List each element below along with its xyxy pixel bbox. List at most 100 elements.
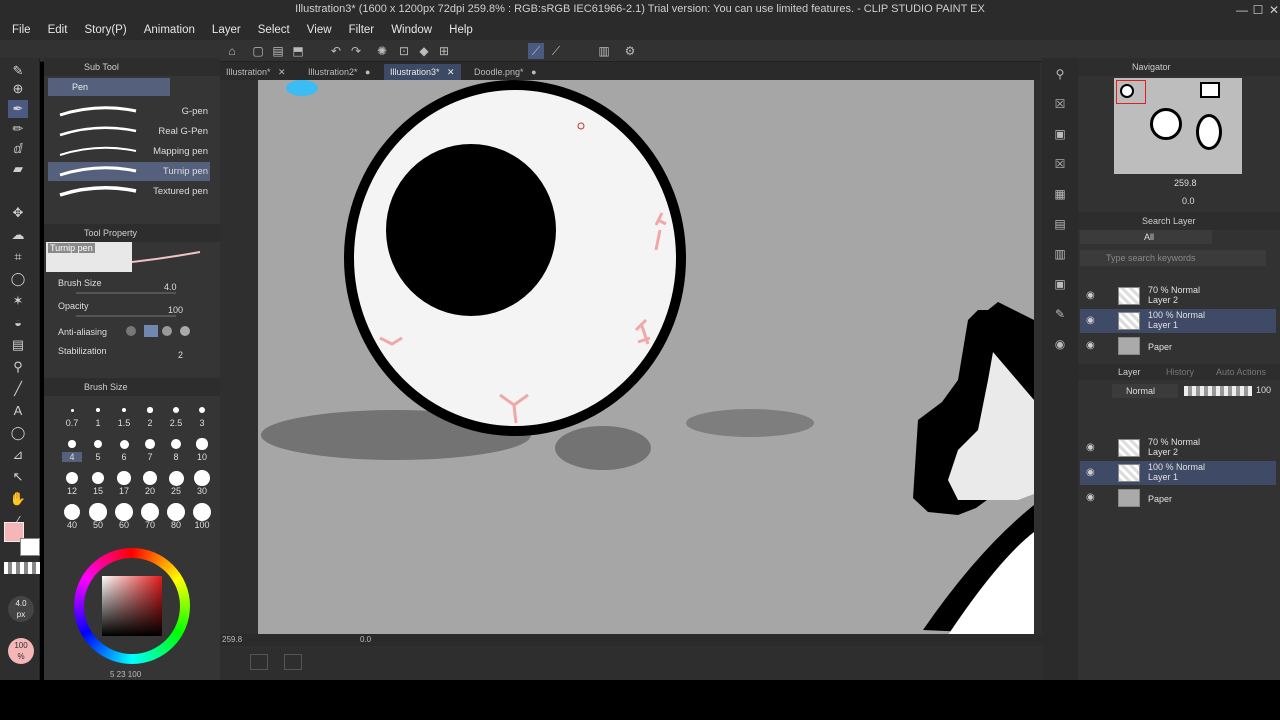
- brush-size-dot[interactable]: [145, 439, 155, 449]
- open-file-icon[interactable]: ▤: [270, 43, 286, 59]
- brush-real-g-pen[interactable]: Real G-Pen: [48, 122, 210, 141]
- brush-size-slider[interactable]: [76, 292, 176, 294]
- crop-icon[interactable]: ⊞: [436, 43, 452, 59]
- layer-row-layer1[interactable]: ◉ 100 % Normal Layer 1: [1080, 461, 1276, 485]
- brush-size-dot[interactable]: [96, 408, 100, 412]
- brush-size-dot[interactable]: [198, 406, 206, 414]
- brush-size-dot[interactable]: [147, 407, 153, 413]
- eraser-icon[interactable]: ▰: [8, 160, 28, 178]
- fill-icon[interactable]: ◆: [416, 43, 432, 59]
- layer-filter-select[interactable]: All: [1080, 230, 1212, 244]
- layer-search-input[interactable]: Type search keywords: [1080, 250, 1266, 266]
- minimize-button[interactable]: —: [1234, 2, 1250, 18]
- antialias-selector[interactable]: [126, 325, 198, 337]
- layer-row-layer1[interactable]: ◉ 100 % Normal Layer 1: [1080, 309, 1276, 333]
- menu-story[interactable]: Story(P): [77, 20, 133, 40]
- menu-window[interactable]: Window: [384, 20, 439, 40]
- panel-icon-1[interactable]: ☒: [1052, 96, 1068, 112]
- opacity-slider[interactable]: [76, 315, 176, 317]
- panel-icon-5[interactable]: ▤: [1052, 216, 1068, 232]
- panel-icon-3[interactable]: ☒: [1052, 156, 1068, 172]
- menu-help[interactable]: Help: [442, 20, 480, 40]
- brush-size-option[interactable]: 17: [114, 486, 134, 496]
- brush-size-dot[interactable]: [89, 503, 107, 521]
- line-icon[interactable]: ╱: [8, 380, 28, 398]
- panel-icon-6[interactable]: ▥: [1052, 246, 1068, 262]
- brush-size-option[interactable]: 40: [62, 520, 82, 530]
- text-icon[interactable]: A: [8, 402, 28, 420]
- figure-icon[interactable]: ⌗: [8, 248, 28, 266]
- sub-tool-group-pen[interactable]: Pen: [48, 78, 170, 96]
- panel-icon-7[interactable]: ▣: [1052, 276, 1068, 292]
- brush-size-dot[interactable]: [168, 470, 184, 486]
- close-button[interactable]: ✕: [1266, 2, 1280, 18]
- brush-size-option[interactable]: 12: [62, 486, 82, 496]
- layout-icon[interactable]: [284, 654, 302, 670]
- zoom-readout[interactable]: 259.8: [222, 635, 242, 644]
- menu-view[interactable]: View: [300, 20, 339, 40]
- blend-icon[interactable]: ☁: [8, 226, 28, 244]
- panel-icon-8[interactable]: ✎: [1052, 306, 1068, 322]
- panel-icon-9[interactable]: ◉: [1052, 336, 1068, 352]
- menu-filter[interactable]: Filter: [342, 20, 382, 40]
- layer-row-layer2[interactable]: ◉ 70 % Normal Layer 2: [1080, 436, 1276, 460]
- navigator-zoom-value[interactable]: 259.8: [1174, 178, 1197, 188]
- navigator-rotation-value[interactable]: 0.0: [1182, 196, 1195, 206]
- tab-layer[interactable]: Layer: [1118, 364, 1141, 380]
- brush-size-option[interactable]: 30: [192, 486, 212, 496]
- brush-size-value[interactable]: 4.0: [164, 282, 177, 292]
- brush-size-option[interactable]: 6: [114, 452, 134, 462]
- transparent-color-swatch[interactable]: [4, 562, 40, 574]
- brush-size-dot[interactable]: [68, 440, 76, 448]
- menu-animation[interactable]: Animation: [137, 20, 202, 40]
- layer-row-paper[interactable]: ◉ Paper: [1080, 486, 1276, 510]
- navigator-preview[interactable]: [1114, 78, 1242, 174]
- brush-size-dot[interactable]: [196, 438, 208, 450]
- undo-icon[interactable]: ↶: [328, 43, 344, 59]
- brush-mapping-pen[interactable]: Mapping pen: [48, 142, 210, 161]
- brush-size-option[interactable]: 15: [88, 486, 108, 496]
- brush-size-dot[interactable]: [142, 470, 158, 486]
- layer-opacity-slider[interactable]: [1184, 386, 1252, 396]
- blend-mode-select[interactable]: Normal: [1112, 384, 1178, 398]
- auto-select-icon[interactable]: ✶: [8, 292, 28, 310]
- brush-size-option[interactable]: 3: [192, 418, 212, 428]
- search-icon[interactable]: ⚲: [1052, 66, 1068, 82]
- color-saturation-square[interactable]: [102, 576, 162, 636]
- settings-icon[interactable]: ⚙: [622, 43, 638, 59]
- brush-size-dot[interactable]: [66, 472, 78, 484]
- snap-ruler-icon[interactable]: ⟋: [528, 43, 544, 59]
- brush-size-dot[interactable]: [63, 503, 81, 521]
- brush-size-dot[interactable]: [121, 407, 127, 413]
- opacity-value[interactable]: 100: [168, 305, 183, 315]
- menu-layer[interactable]: Layer: [205, 20, 248, 40]
- tab-illustration[interactable]: Illustration* ✕: [220, 64, 292, 80]
- stabilization-value[interactable]: 2: [178, 350, 183, 360]
- brush-size-dot[interactable]: [93, 439, 103, 449]
- brush-size-dot[interactable]: [115, 503, 133, 521]
- brush-size-dot[interactable]: [117, 471, 131, 485]
- brush-size-option[interactable]: 8: [166, 452, 186, 462]
- panel-icon-2[interactable]: ▣: [1052, 126, 1068, 142]
- pen-icon[interactable]: ✒: [8, 100, 28, 118]
- tab-auto-actions[interactable]: Auto Actions: [1216, 364, 1266, 380]
- brush-textured-pen[interactable]: Textured pen: [48, 182, 210, 201]
- brush-size-dot[interactable]: [193, 503, 211, 521]
- layer-row-paper[interactable]: ◉ Paper: [1080, 334, 1276, 358]
- brush-size-dot[interactable]: [141, 503, 159, 521]
- angle-readout[interactable]: 0.0: [360, 635, 371, 644]
- brush-size-dot[interactable]: [170, 438, 182, 450]
- hand-icon[interactable]: ✋: [8, 490, 28, 508]
- brush-size-option[interactable]: 0.7: [62, 418, 82, 428]
- brush-g-pen[interactable]: G-pen: [48, 102, 210, 121]
- tab-doodle[interactable]: Doodle.png* ●: [468, 64, 543, 80]
- drawing-canvas[interactable]: [258, 80, 1034, 635]
- brush-size-option[interactable]: 1: [88, 418, 108, 428]
- brush-size-option[interactable]: 1.5: [114, 418, 134, 428]
- brush-size-option[interactable]: 70: [140, 520, 160, 530]
- brush-size-option[interactable]: 25: [166, 486, 186, 496]
- clear-icon[interactable]: ✺: [374, 43, 390, 59]
- tab-illustration2[interactable]: Illustration2* ●: [302, 64, 376, 80]
- layer-row-layer2[interactable]: ◉ 70 % Normal Layer 2: [1080, 284, 1276, 308]
- brush-size-option[interactable]: 2: [140, 418, 160, 428]
